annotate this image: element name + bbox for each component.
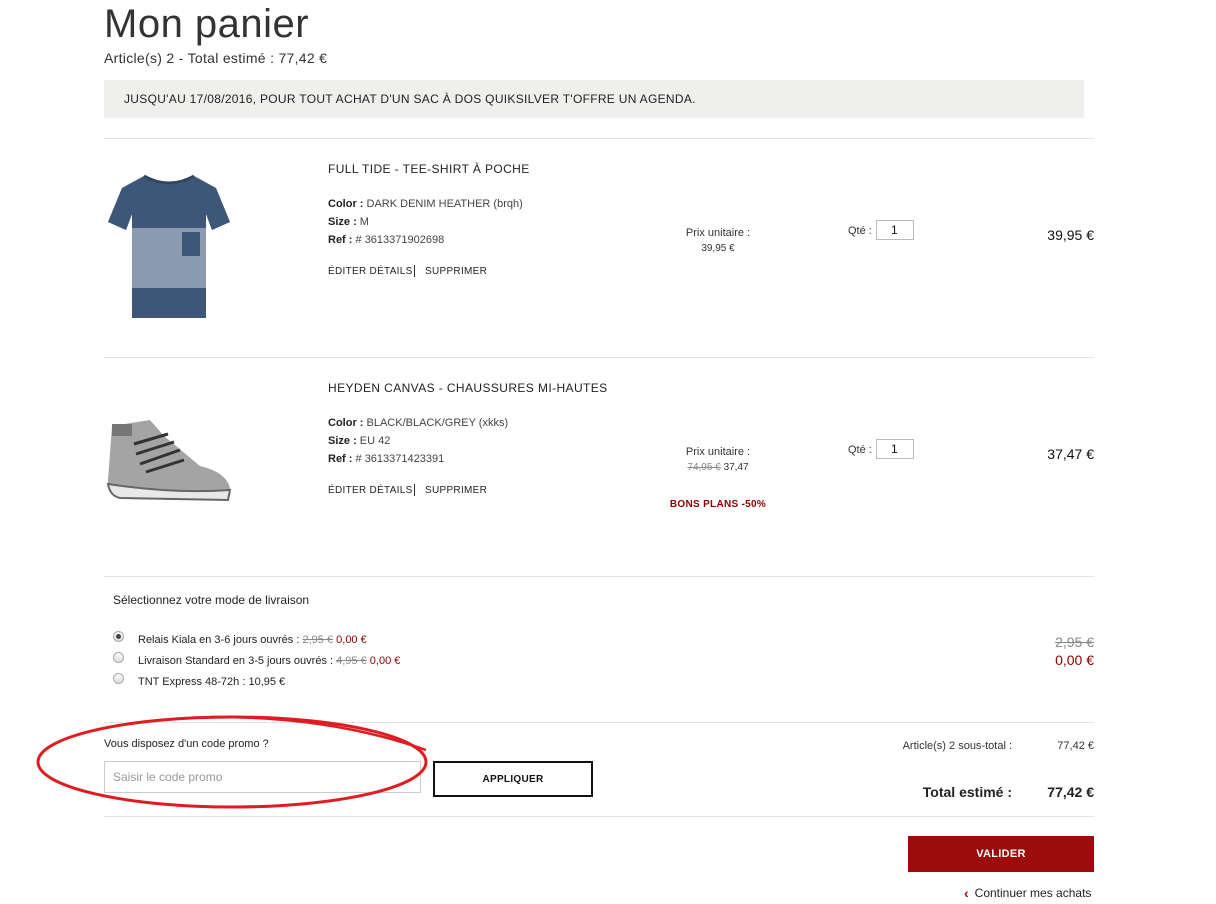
shipping-heading: Sélectionnez votre mode de livraison — [113, 593, 310, 607]
shipping-option-kiala[interactable]: Relais Kiala en 3-6 jours ouvrés : 2,95 … — [138, 634, 367, 646]
ref-value: # 3613371423391 — [355, 453, 445, 465]
link-separator — [414, 484, 415, 496]
promo-banner: JUSQU'AU 17/08/2016, POUR TOUT ACHAT D'U… — [104, 80, 1084, 118]
shipping-option-tnt[interactable]: TNT Express 48-72h : 10,95 € — [138, 676, 285, 688]
quantity-input[interactable]: 1 — [876, 439, 914, 459]
validate-button[interactable]: VALIDER — [908, 836, 1094, 872]
shipping-option-label: TNT Express 48-72h : 10,95 € — [138, 676, 286, 688]
color-value: BLACK/BLACK/GREY (xkks) — [366, 417, 509, 429]
color-label: Color : — [328, 417, 364, 429]
product-ref: Ref : # 3613371902698 — [328, 234, 444, 246]
product-size: Size : EU 42 — [328, 435, 390, 447]
continue-shopping-link[interactable]: ‹ Continuer mes achats — [964, 885, 1091, 901]
annotation-circle — [36, 715, 428, 809]
size-label: Size : — [328, 216, 357, 228]
link-separator — [414, 265, 415, 277]
subtotal-label: Article(s) 2 sous-total : — [902, 740, 1012, 752]
product-name[interactable]: HEYDEN CANVAS - CHAUSSURES MI-HAUTES — [328, 381, 608, 395]
line-total: 39,95 € — [1047, 227, 1094, 243]
subtotal-value: 77,42 € — [1057, 740, 1094, 752]
unit-price-value: 74,95 € 37,47 — [658, 462, 778, 473]
shipping-total-old: 2,95 € — [1055, 634, 1094, 650]
edit-details-link[interactable]: ÉDITER DÉTAILS — [328, 485, 413, 496]
remove-link[interactable]: SUPPRIMER — [425, 266, 487, 277]
size-label: Size : — [328, 435, 357, 447]
divider — [104, 138, 1094, 139]
color-value: DARK DENIM HEATHER (brqh) — [366, 198, 523, 210]
shipping-radio-kiala[interactable] — [113, 631, 124, 642]
size-value: M — [359, 216, 369, 228]
promo-tag: BONS PLANS -50% — [669, 499, 767, 510]
product-image-tshirt[interactable] — [104, 160, 234, 330]
apply-button[interactable]: APPLIQUER — [433, 761, 593, 797]
shipping-radio-tnt[interactable] — [113, 673, 124, 684]
shipping-option-label: Livraison Standard en 3-5 jours ouvrés : — [138, 655, 334, 667]
qty-label: Qté : — [848, 225, 872, 237]
quantity-input[interactable]: 1 — [876, 220, 914, 240]
ref-label: Ref : — [328, 453, 353, 465]
shipping-old-price: 4,95 € — [336, 655, 367, 667]
remove-link[interactable]: SUPPRIMER — [425, 485, 487, 496]
shipping-total: 0,00 € — [1055, 652, 1094, 668]
old-price: 74,95 € — [687, 462, 721, 473]
unit-price-label: Prix unitaire : — [685, 227, 751, 239]
product-color: Color : DARK DENIM HEATHER (brqh) — [328, 198, 523, 210]
edit-details-link[interactable]: ÉDITER DÉTAILS — [328, 266, 413, 277]
cart-summary: Article(s) 2 - Total estimé : 77,42 € — [104, 50, 328, 66]
divider — [104, 357, 1094, 358]
shipping-option-standard[interactable]: Livraison Standard en 3-5 jours ouvrés :… — [138, 655, 400, 667]
new-price: 37,47 — [723, 462, 749, 473]
page-title: Mon panier — [104, 2, 310, 46]
line-total: 37,47 € — [1047, 446, 1094, 462]
total-value: 77,42 € — [1047, 784, 1094, 800]
product-size: Size : M — [328, 216, 369, 228]
size-value: EU 42 — [359, 435, 391, 447]
divider — [104, 816, 1094, 817]
color-label: Color : — [328, 198, 364, 210]
product-color: Color : BLACK/BLACK/GREY (xkks) — [328, 417, 508, 429]
product-name[interactable]: FULL TIDE - TEE-SHIRT À POCHE — [328, 162, 530, 176]
shipping-price: 0,00 € — [336, 634, 367, 646]
continue-shopping-label: Continuer mes achats — [974, 886, 1092, 900]
shipping-price: 0,00 € — [369, 655, 401, 667]
shipping-radio-standard[interactable] — [113, 652, 124, 663]
shipping-option-label: Relais Kiala en 3-6 jours ouvrés : — [138, 634, 300, 646]
total-label: Total estimé : — [922, 784, 1012, 800]
qty-label: Qté : — [848, 444, 872, 456]
chevron-left-icon: ‹ — [964, 885, 969, 901]
unit-price-label: Prix unitaire : — [685, 446, 751, 458]
ref-value: # 3613371902698 — [355, 234, 445, 246]
divider — [104, 576, 1094, 577]
shipping-old-price: 2,95 € — [302, 634, 334, 646]
tshirt-icon — [108, 174, 230, 318]
unit-price-value: 39,95 € — [701, 243, 735, 254]
product-ref: Ref : # 3613371423391 — [328, 453, 444, 465]
shoe-icon — [106, 420, 232, 502]
promo-banner-text: JUSQU'AU 17/08/2016, POUR TOUT ACHAT D'U… — [124, 92, 696, 106]
product-image-shoe[interactable] — [104, 410, 234, 510]
ref-label: Ref : — [328, 234, 353, 246]
